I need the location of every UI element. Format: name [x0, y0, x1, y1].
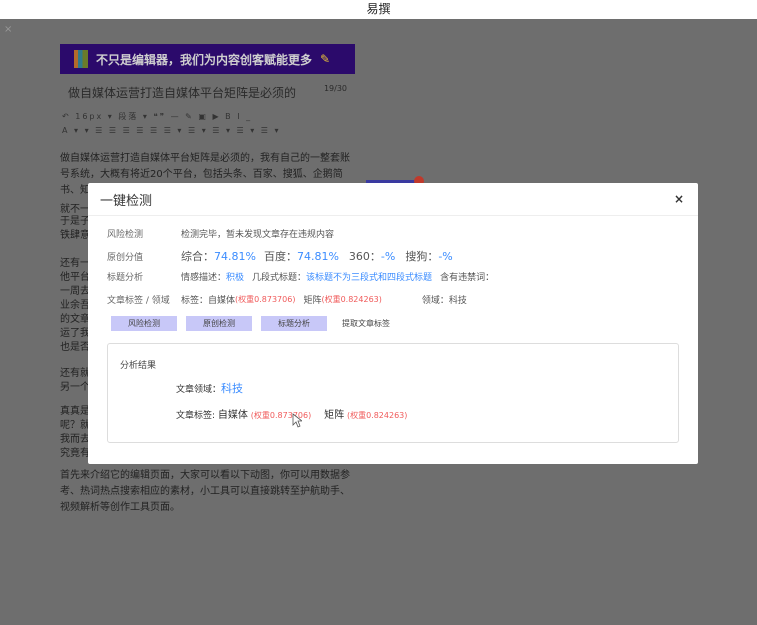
- paragraph-fragment: 究竟有: [60, 448, 88, 459]
- tags-label: 文章标签 / 领域: [107, 296, 170, 306]
- tag-weight: (权重0.873706): [235, 295, 296, 304]
- baidu-score: 74.81%: [296, 249, 339, 263]
- original-check-button[interactable]: 原创检测: [186, 316, 252, 331]
- toolbar-row-2[interactable]: A ▾ ▾ ☰ ☰ ☰ ☰ ☰ ☰ ▾ ☰ ▾ ☰ ▾ ☰ ▾ ☰ ▾: [60, 126, 355, 135]
- banner-text: 不只是编辑器，我们为内容创客赋能更多: [96, 52, 313, 67]
- domain-value: 领域：科技: [421, 296, 467, 306]
- result-tags-label: 文章标签:: [176, 411, 216, 421]
- paragraph-fragment: 铁肆意: [60, 230, 88, 241]
- emotion-label: 情感描述：: [181, 273, 227, 283]
- title-analysis-button[interactable]: 标题分析: [261, 316, 327, 331]
- sogou-label: 搜狗：: [405, 250, 439, 263]
- segment-label: 几段式标题：: [252, 273, 307, 283]
- tag: 自媒体: [208, 296, 236, 306]
- app-title: 易撰: [366, 2, 391, 16]
- result-tag-weight: (权重0.824263): [346, 411, 408, 420]
- result-heading: 分析结果: [120, 361, 157, 371]
- risk-label: 风险检测: [107, 230, 144, 240]
- toolbar-row-1[interactable]: ↶ 16px ▾ 段落 ▾ ❝❞ — ✎ ▣ ▶ B I _: [60, 111, 355, 122]
- 360-label: 360：: [348, 250, 381, 263]
- baidu-label: 百度：: [263, 250, 297, 263]
- result-tag: 矩阵: [324, 410, 345, 421]
- title-analysis-label: 标题分析: [107, 273, 144, 283]
- tag: 矩阵: [303, 296, 322, 306]
- pencil-icon: ✎: [320, 52, 331, 66]
- tag-weight: (权重0.824263): [321, 295, 382, 304]
- mouse-cursor-icon: [292, 413, 302, 428]
- detection-modal: 一键检测 × 风险检测 检测完毕，暂未发现文章存在违规内容 原创分值 综合： 74.8…: [88, 183, 698, 464]
- modal-title: 一键检测: [100, 193, 153, 209]
- result-domain-label: 文章领域：: [176, 385, 222, 395]
- paragraph-fragment: 另一个: [60, 382, 88, 393]
- close-icon[interactable]: ×: [4, 24, 12, 35]
- result-tag: 自媒体: [217, 410, 248, 421]
- banned-words-label: 含有违禁词：: [440, 273, 495, 283]
- sogou-score: -%: [438, 249, 453, 263]
- extract-tags-button[interactable]: 提取文章标签: [336, 316, 396, 331]
- original-label: 原创分值: [107, 252, 144, 263]
- app-title-bar: 易撰: [0, 0, 757, 19]
- 360-score: -%: [380, 249, 396, 263]
- article-title-input[interactable]: 做自媒体运营打造自媒体平台矩阵是必须的: [68, 84, 296, 101]
- books-icon: [74, 50, 88, 68]
- analysis-result-panel: 分析结果 文章领域：科技 文章标签: 自媒体 (权重0.873706) 矩阵 (…: [107, 343, 679, 443]
- editor: 不只是编辑器，我们为内容创客赋能更多 ✎ 做自媒体运营打造自媒体平台矩阵是必须的 1…: [60, 44, 355, 199]
- tags-prefix: 标签：: [181, 296, 209, 306]
- close-button[interactable]: ×: [674, 192, 684, 206]
- overall-label: 综合：: [181, 250, 214, 263]
- emotion-value: 积极: [226, 273, 245, 283]
- paragraph-fragment: 也是否: [60, 342, 88, 353]
- promo-banner[interactable]: 不只是编辑器，我们为内容创客赋能更多 ✎: [60, 44, 355, 74]
- result-domain: 科技: [221, 382, 244, 395]
- paragraph[interactable]: 首先来介绍它的编辑页面，大家可以看以下动图，你可以用数据参考、热词热点搜索相应的…: [60, 468, 355, 516]
- title-count: 19/30: [323, 84, 347, 93]
- segment-value: 该标题不为三段式和四段式标题: [306, 273, 433, 283]
- result-tag-weight: (权重0.873706): [250, 411, 312, 420]
- risk-result: 检测完毕，暂未发现文章存在违规内容: [181, 230, 335, 240]
- overall-score: 74.81%: [214, 249, 256, 263]
- risk-check-button[interactable]: 风险检测: [111, 316, 177, 331]
